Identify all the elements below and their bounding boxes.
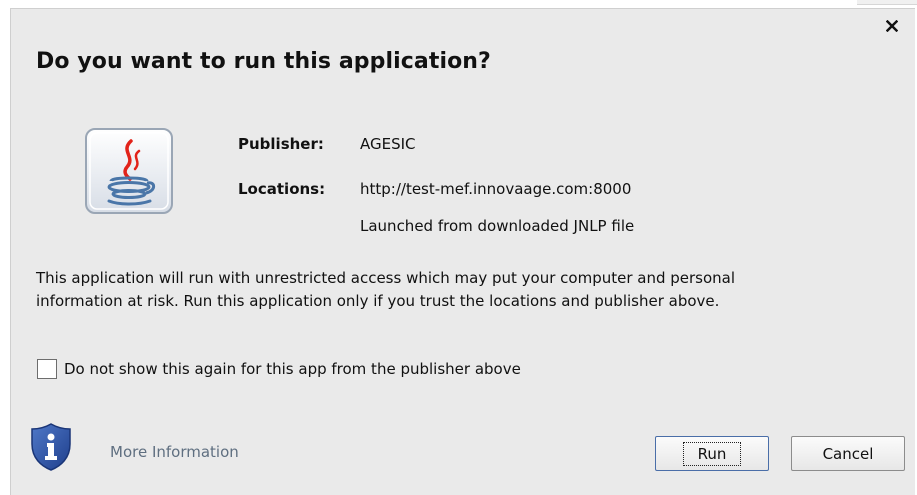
locations-label: Locations: xyxy=(238,180,326,198)
risk-warning-line-2: information at risk. Run this applicatio… xyxy=(36,292,720,310)
close-icon xyxy=(886,20,898,32)
risk-warning: This application will run with unrestric… xyxy=(36,267,886,313)
dont-show-again-row[interactable]: Do not show this again for this app from… xyxy=(37,358,521,380)
location-url: http://test-mef.innovaage.com:8000 xyxy=(360,180,632,198)
security-dialog xyxy=(10,8,915,495)
run-button-label: Run xyxy=(682,441,742,466)
cancel-button[interactable]: Cancel xyxy=(791,436,905,471)
close-button[interactable] xyxy=(880,14,904,38)
dont-show-again-label: Do not show this again for this app from… xyxy=(64,360,521,378)
shield-info-icon xyxy=(31,423,71,471)
location-note: Launched from downloaded JNLP file xyxy=(360,217,635,235)
publisher-label: Publisher: xyxy=(238,135,324,153)
window-corner-tab xyxy=(857,0,917,5)
dialog-title: Do you want to run this application? xyxy=(36,49,491,74)
more-information-link[interactable]: More Information xyxy=(110,443,239,461)
publisher-value: AGESIC xyxy=(360,135,416,153)
locations-row: Locations: http://test-mef.innovaage.com… xyxy=(238,180,631,198)
run-button[interactable]: Run xyxy=(655,436,769,471)
publisher-row: Publisher: AGESIC xyxy=(238,135,416,153)
window-top-edge xyxy=(0,0,917,8)
java-icon xyxy=(85,128,173,214)
dont-show-again-checkbox[interactable] xyxy=(37,359,57,379)
risk-warning-line-1: This application will run with unrestric… xyxy=(36,269,736,287)
